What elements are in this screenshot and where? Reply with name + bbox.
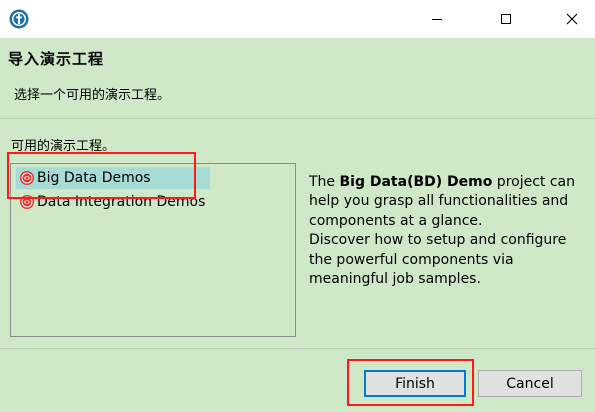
minimize-icon — [432, 19, 442, 20]
cancel-button[interactable]: Cancel — [478, 370, 582, 397]
description-highlight: Big Data(BD) Demo — [339, 174, 493, 190]
page-title: 导入演示工程 — [8, 50, 105, 68]
close-button[interactable] — [549, 0, 595, 38]
description-intro: The — [309, 174, 340, 190]
description-line2: Discover how to setup and configure the … — [309, 232, 567, 288]
header-divider — [0, 118, 595, 119]
window-titlebar — [0, 0, 595, 38]
page-description: 选择一个可用的演示工程。 — [14, 88, 171, 103]
minimize-button[interactable] — [414, 0, 460, 38]
project-description-text: The Big Data(BD) Demo project can help y… — [309, 173, 579, 289]
footer-divider — [0, 348, 595, 349]
highlight-box-selected-item — [7, 152, 196, 199]
close-icon — [566, 13, 578, 25]
finish-button[interactable]: Finish — [364, 370, 466, 397]
maximize-button[interactable] — [483, 0, 529, 38]
project-description-panel: The Big Data(BD) Demo project can help y… — [300, 163, 584, 337]
talend-logo-icon — [9, 9, 29, 29]
maximize-icon — [501, 14, 511, 24]
